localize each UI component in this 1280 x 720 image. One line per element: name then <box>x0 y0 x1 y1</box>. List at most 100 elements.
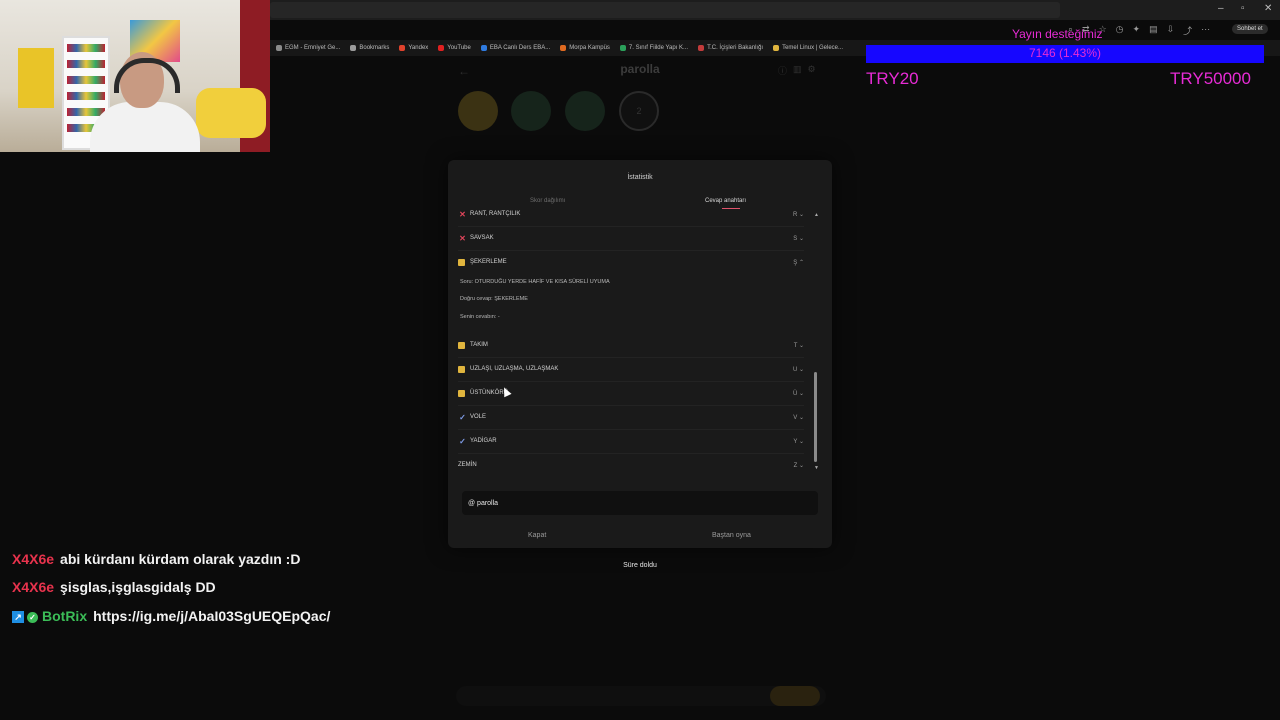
donation-progress-text: 7146 (1.43%) <box>1028 46 1102 60</box>
answer-word: SAVSAK <box>470 235 494 241</box>
chat-username: X4X6e <box>12 579 55 595</box>
maximize-icon[interactable]: ▫ <box>1241 3 1245 14</box>
answer-row[interactable]: ✓ YADİGAR Y ⌄ <box>458 429 804 454</box>
bookmark-favicon-icon <box>560 45 567 51</box>
row-letter-chevron[interactable]: R ⌄ <box>793 211 804 218</box>
bookmark-favicon-icon <box>350 45 357 51</box>
bot-badge-icon: ↗ <box>12 611 24 624</box>
bookmark-label: Temel Linux | Gelece... <box>782 45 844 51</box>
downloads-icon[interactable]: ⇩ <box>1167 24 1175 37</box>
browser-titlebar <box>270 0 1280 20</box>
row-letter-chevron[interactable]: V ⌄ <box>793 414 804 421</box>
row-letter-chevron[interactable]: U ⌄ <box>793 366 804 373</box>
bookmark-label: Yandex <box>408 45 429 51</box>
answer-word: TAKIM <box>470 342 488 348</box>
bookmark-favicon-icon <box>480 45 487 51</box>
row-letter-chevron[interactable]: T ⌄ <box>794 342 804 349</box>
check-icon: ✓ <box>459 436 466 446</box>
bookmark-label: T.C. İçişleri Bakanlığı <box>707 45 764 51</box>
info-icon[interactable]: ⓘ <box>778 64 787 77</box>
row-letter-chevron[interactable]: Y ⌄ <box>793 438 804 445</box>
scroll-down-icon[interactable]: ▼ <box>814 465 819 471</box>
answer-row[interactable]: TAKIM T ⌄ <box>458 333 804 358</box>
pillow <box>196 88 266 138</box>
more-icon[interactable]: ⋯ <box>1201 24 1210 37</box>
painting-yellow <box>18 48 54 108</box>
modal-title: İstatistik <box>627 174 653 181</box>
bookmark-favicon-icon <box>773 45 780 51</box>
row-letter-chevron-up[interactable]: Ş ⌃ <box>793 259 804 266</box>
chat-text: şisglas,işglasgidalş DD <box>60 579 216 595</box>
bookmark-item[interactable]: EBA Canlı Ders EBA... <box>480 45 551 51</box>
check-icon: ✓ <box>459 412 466 422</box>
replay-button[interactable]: Baştan oyna <box>712 532 751 539</box>
history-icon[interactable]: ◷ <box>1116 24 1124 37</box>
answer-row[interactable]: ✕ SAVSAK S ⌄ <box>458 226 804 251</box>
row-letter-chevron[interactable]: Ü ⌄ <box>793 390 804 397</box>
bookmark-item[interactable]: 7. Sınıf Fiilde Yapı K... <box>619 45 689 51</box>
bookmark-item[interactable]: Yandex <box>399 45 428 51</box>
answer-row[interactable]: ✓ VOLE V ⌄ <box>458 405 804 430</box>
copilot-chat-button[interactable]: Sohbet et <box>1232 24 1268 34</box>
bookmark-label: Morpa Kampüs <box>569 45 610 51</box>
answer-list: ✕ RANT, RANTÇILIK R ⌄ ✕ SAVSAK S ⌄ ŞEKER… <box>458 208 808 474</box>
bookmark-label: EBA Canlı Ders EBA... <box>489 45 551 51</box>
answer-row[interactable]: ✕ RANT, RANTÇILIK R ⌄ <box>458 202 804 227</box>
chat-text: abi kürdanı kürdam olarak yazdın :D <box>60 551 301 567</box>
stats-icon[interactable]: ▥ <box>793 64 802 77</box>
bookmark-item[interactable]: T.C. İçişleri Bakanlığı <box>698 45 763 51</box>
address-bar[interactable] <box>270 2 1060 18</box>
row-letter-chevron[interactable]: Z ⌄ <box>794 462 804 469</box>
submit-button[interactable] <box>770 686 820 706</box>
bookmark-label: YouTube <box>447 45 471 51</box>
settings-icon[interactable]: ⚙ <box>808 64 816 77</box>
status-circle-green <box>565 91 605 131</box>
wrong-icon: ✕ <box>459 209 466 219</box>
donation-min: TRY20 <box>866 69 919 88</box>
bookmark-item[interactable]: Bookmarks <box>350 45 389 51</box>
close-button[interactable]: Kapat <box>528 532 546 539</box>
correct-answer-text: Doğru cevap: ŞEKERLEME <box>460 296 528 302</box>
bookmark-favicon-icon <box>438 45 445 51</box>
time-up-label: Süre doldu <box>623 562 657 569</box>
answer-word: VOLE <box>470 414 487 420</box>
bookmark-item[interactable]: EGM - Emniyet Ge... <box>276 45 340 51</box>
close-window-icon[interactable]: ✕ <box>1264 3 1272 14</box>
bookmark-label: 7. Sınıf Fiilde Yapı K... <box>628 45 689 51</box>
chat-username: X4X6e <box>12 551 55 567</box>
streamer <box>90 52 200 152</box>
bookmark-item[interactable]: Morpa Kampüs <box>560 45 610 51</box>
pass-icon <box>458 365 465 373</box>
bookmark-favicon-icon <box>698 45 705 51</box>
your-answer-text: Senin cevabın: - <box>460 314 500 320</box>
status-circle-counter: 2 <box>619 91 659 131</box>
status-circle-gold <box>458 91 498 131</box>
share-icon[interactable]: ⤴ <box>1183 24 1192 37</box>
row-letter-chevron[interactable]: S ⌄ <box>793 235 804 242</box>
bookmark-item[interactable]: Temel Linux | Gelece... <box>773 45 843 51</box>
bookmark-favicon-icon <box>276 45 282 51</box>
bookmark-favicon-icon <box>399 45 406 51</box>
answer-row-expanded[interactable]: ŞEKERLEME Ş ⌃ <box>458 250 804 274</box>
chat-text: https://ig.me/j/AbaI03SgUEQEpQac/ <box>93 608 331 624</box>
collections-icon[interactable]: ▤ <box>1149 24 1158 37</box>
share-link-box[interactable]: @ parolla <box>462 491 818 515</box>
scrollbar-thumb[interactable] <box>814 372 817 462</box>
game-top-icons: ⓘ ▥ ⚙ <box>778 64 816 77</box>
status-circle-green <box>511 91 551 131</box>
bookmark-label: EGM - Emniyet Ge... <box>285 45 341 51</box>
pass-icon <box>458 389 465 397</box>
answer-word: RANT, RANTÇILIK <box>470 211 521 217</box>
answer-row[interactable]: ZEMİN Z ⌄ <box>458 453 804 477</box>
pass-icon <box>458 258 465 266</box>
minimize-icon[interactable]: – <box>1218 3 1224 14</box>
bookmark-favicon-icon <box>619 45 626 51</box>
bookmark-label: Bookmarks <box>359 45 390 51</box>
bookmark-item[interactable]: YouTube <box>438 45 471 51</box>
question-text: Soru: OTURDUĞU YERDE HAFİF VE KISA SÜREL… <box>460 279 610 285</box>
back-arrow-icon[interactable]: ← <box>458 64 470 78</box>
answer-row[interactable]: UZLAŞI, UZLAŞMA, UZLAŞMAK U ⌄ <box>458 357 804 382</box>
answer-word: ŞEKERLEME <box>470 259 507 265</box>
scroll-up-icon[interactable]: ▲ <box>814 212 819 218</box>
extensions-icon[interactable]: ✦ <box>1133 24 1141 37</box>
